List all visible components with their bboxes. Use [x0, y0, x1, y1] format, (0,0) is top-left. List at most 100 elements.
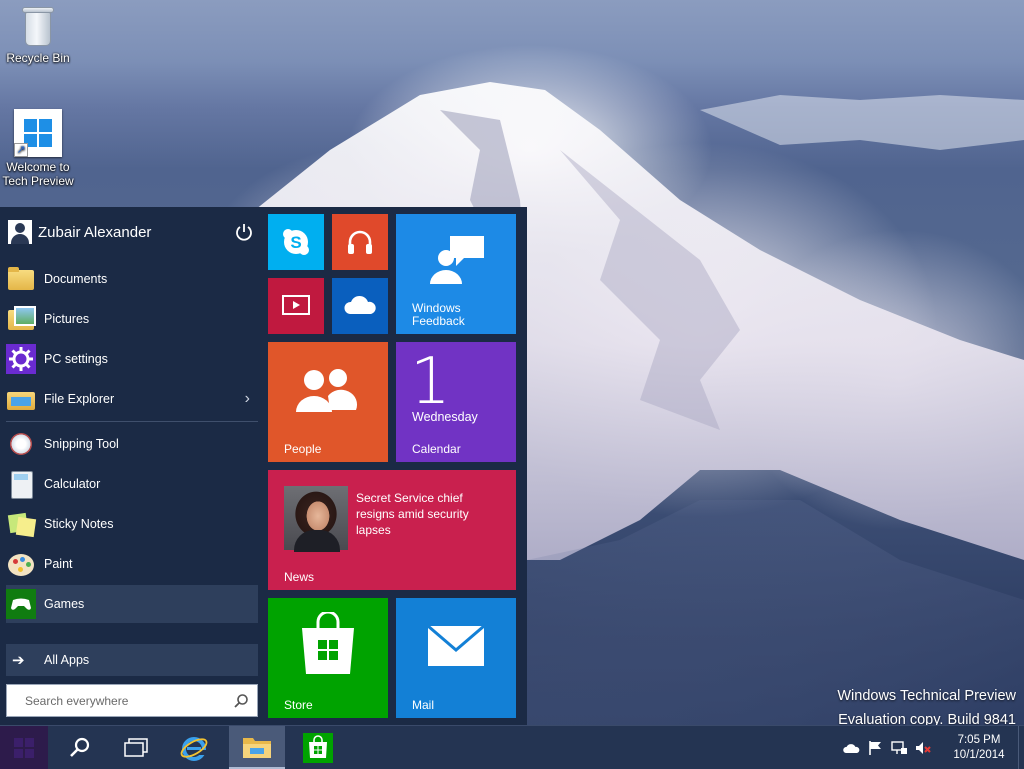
mail-tile[interactable]: Mail	[396, 598, 516, 718]
calendar-label: Calendar	[412, 442, 461, 456]
snipping-tool-icon	[6, 429, 36, 459]
search-input[interactable]	[7, 686, 231, 715]
pictures-folder-icon	[6, 304, 36, 334]
skype-icon: S	[283, 229, 309, 255]
people-tile[interactable]: People	[268, 342, 388, 462]
watermark-line1: Windows Technical Preview	[837, 688, 1016, 704]
task-view-icon	[124, 738, 148, 757]
menu-item-calculator[interactable]: Calculator	[6, 465, 258, 503]
onedrive-cloud-icon	[344, 295, 376, 314]
recycle-bin-icon	[21, 4, 55, 48]
music-tile[interactable]	[332, 214, 388, 270]
start-button[interactable]	[0, 726, 48, 769]
gear-icon	[6, 344, 36, 374]
start-menu: Zubair Alexander Documents Pictures PC s…	[0, 207, 527, 725]
menu-item-label: Games	[44, 597, 85, 611]
recycle-bin-label: Recycle Bin	[6, 51, 70, 65]
windows-logo-icon: ↗	[14, 109, 62, 157]
start-menu-left-column: Zubair Alexander Documents Pictures PC s…	[6, 207, 258, 725]
menu-item-paint[interactable]: Paint	[6, 545, 258, 583]
video-play-icon	[282, 295, 310, 315]
video-tile[interactable]	[268, 278, 324, 334]
menu-item-label: File Explorer	[44, 392, 115, 406]
user-name: Zubair Alexander	[38, 223, 152, 241]
clock-time: 7:05 PM	[957, 734, 1001, 746]
menu-item-label: Calculator	[44, 477, 101, 491]
volume-muted-icon[interactable]	[914, 739, 932, 757]
menu-item-games[interactable]: Games	[6, 585, 258, 623]
menu-item-sticky-notes[interactable]: Sticky Notes	[6, 505, 258, 543]
menu-item-file-explorer[interactable]: File Explorer ›	[6, 380, 258, 418]
menu-divider	[6, 421, 258, 422]
paint-icon	[6, 549, 36, 579]
shortcut-arrow-icon: ↗	[14, 143, 28, 157]
svg-text:S: S	[290, 233, 301, 252]
clock-date: 10/1/2014	[953, 749, 1005, 761]
menu-item-snipping-tool[interactable]: Snipping Tool	[6, 425, 258, 463]
calendar-day: Wednesday	[412, 410, 478, 424]
onedrive-cloud-icon[interactable]	[842, 739, 860, 757]
menu-item-documents[interactable]: Documents	[6, 260, 258, 298]
arrow-right-icon: ➔	[12, 652, 25, 669]
feedback-label-line2: Feedback	[412, 314, 465, 328]
menu-item-pc-settings[interactable]: PC settings	[6, 340, 258, 378]
action-center-flag-icon[interactable]	[866, 739, 884, 757]
welcome-label-line2: Tech Preview	[2, 174, 74, 188]
taskbar-search-button[interactable]	[54, 726, 106, 769]
documents-folder-icon	[6, 264, 36, 294]
power-icon[interactable]	[234, 222, 254, 242]
system-tray: 7:05 PM 10/1/2014	[842, 726, 1024, 769]
headphones-icon	[348, 230, 372, 254]
windows-start-icon	[14, 738, 34, 758]
store-label: Store	[284, 698, 313, 712]
menu-item-label: Documents	[44, 272, 108, 286]
file-explorer-icon	[6, 384, 36, 414]
search-icon[interactable]	[231, 691, 251, 711]
feedback-chat-icon	[430, 236, 484, 284]
file-explorer-icon	[243, 737, 271, 758]
menu-item-label: Snipping Tool	[44, 437, 119, 451]
file-explorer-taskbar-button[interactable]	[229, 726, 285, 769]
task-view-button[interactable]	[110, 726, 162, 769]
chevron-right-icon[interactable]: ›	[245, 391, 250, 407]
windows-feedback-tile[interactable]: Windows Feedback	[396, 214, 516, 334]
menu-item-label: PC settings	[44, 352, 108, 366]
menu-item-label: Sticky Notes	[44, 517, 114, 531]
user-account-button[interactable]: Zubair Alexander	[6, 213, 258, 251]
people-label: People	[284, 442, 322, 456]
news-headline: Secret Service chief resigns amid securi…	[356, 491, 469, 537]
news-photo	[284, 486, 348, 552]
games-controller-icon	[6, 589, 36, 619]
store-taskbar-button[interactable]	[292, 726, 344, 769]
feedback-label: Windows Feedback	[412, 302, 465, 328]
search-box[interactable]	[6, 684, 258, 717]
all-apps-label: All Apps	[44, 653, 90, 667]
store-tile[interactable]: Store	[268, 598, 388, 718]
onedrive-tile[interactable]	[332, 278, 388, 334]
sticky-notes-icon	[6, 509, 36, 539]
welcome-tech-preview-desktop-icon[interactable]: ↗ Welcome to Tech Preview	[0, 109, 76, 188]
menu-item-label: Paint	[44, 557, 73, 571]
people-icon	[296, 369, 358, 412]
welcome-label-line1: Welcome to	[6, 160, 70, 174]
taskbar: 7:05 PM 10/1/2014	[0, 725, 1024, 769]
news-tile[interactable]: Secret Service chief resigns amid securi…	[268, 470, 516, 590]
all-apps-button[interactable]: ➔ All Apps	[6, 644, 258, 676]
recycle-bin-desktop-icon[interactable]: Recycle Bin	[0, 4, 76, 65]
skype-tile[interactable]: S	[268, 214, 324, 270]
news-label: News	[284, 570, 315, 584]
calendar-date: 1	[410, 345, 451, 419]
user-avatar-icon	[8, 220, 32, 244]
menu-item-pictures[interactable]: Pictures	[6, 300, 258, 338]
calendar-tile[interactable]: 1 Wednesday Calendar	[396, 342, 516, 462]
search-icon	[70, 737, 90, 757]
show-desktop-button[interactable]	[1018, 726, 1024, 769]
network-icon[interactable]	[890, 739, 908, 757]
mail-envelope-icon	[428, 626, 484, 666]
calculator-icon	[6, 469, 36, 499]
store-bag-icon	[302, 612, 354, 674]
mail-label: Mail	[412, 698, 435, 712]
internet-explorer-button[interactable]	[168, 726, 220, 769]
internet-explorer-icon	[180, 737, 208, 761]
taskbar-clock[interactable]: 7:05 PM 10/1/2014	[948, 733, 1010, 763]
